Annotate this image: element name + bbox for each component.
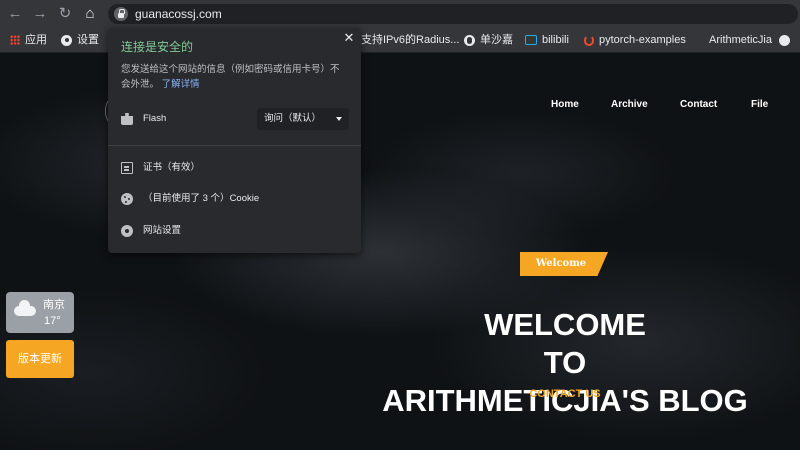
bookmark-label: bilibili — [542, 34, 569, 46]
apps-grid-icon — [10, 35, 20, 46]
bookmark-label: 应用 — [25, 34, 47, 46]
bookmark-label: 支持IPv6的Radius... — [361, 34, 460, 46]
learn-more-link[interactable]: 了解详情 — [162, 79, 200, 90]
bilibili-icon — [525, 35, 537, 46]
github-icon — [779, 34, 790, 46]
cookie-icon — [121, 193, 133, 205]
weather-widget[interactable]: 南京 17° — [6, 292, 74, 333]
bookmark-apps[interactable]: 应用 — [10, 33, 47, 47]
bookmark-settings[interactable]: 设置 — [61, 33, 99, 47]
browser-toolbar: ← → ↻ ⌂ guanacossj.com — [0, 0, 800, 28]
connection-secure-title: 连接是安全的 — [121, 40, 194, 54]
reload-icon[interactable]: ↻ — [56, 5, 74, 23]
globe-icon — [464, 34, 475, 46]
nav-file[interactable]: File — [751, 99, 768, 111]
bookmark-bilibili[interactable]: bilibili — [525, 33, 569, 47]
flash-label: Flash — [143, 113, 167, 124]
bookmark-pytorch[interactable]: pytorch-examples — [584, 33, 686, 47]
settings-icon — [121, 225, 133, 237]
close-icon[interactable]: ✕ — [341, 30, 357, 46]
nav-contact[interactable]: Contact — [680, 99, 717, 111]
bookmark-radius[interactable]: 支持IPv6的Radius... — [361, 33, 459, 47]
puzzle-icon — [121, 113, 133, 125]
welcome-badge-label: Welcome — [535, 258, 587, 269]
bookmark-danshajia[interactable]: 单沙嘉 — [464, 33, 513, 47]
url-text[interactable]: guanacossj.com — [135, 7, 222, 21]
weather-city: 南京 — [43, 299, 65, 311]
site-info-popup: 连接是安全的 ✕ 您发送给这个网站的信息（例如密码或信用卡号）不会外泄。 了解详… — [108, 28, 361, 253]
divider — [108, 145, 361, 146]
description-text: 您发送给这个网站的信息（例如密码或信用卡号）不会外泄。 — [121, 64, 340, 90]
nav-archive[interactable]: Archive — [611, 99, 648, 111]
home-icon[interactable]: ⌂ — [81, 5, 99, 23]
forward-arrow-icon[interactable]: → — [31, 5, 49, 23]
cookies-link[interactable]: （目前使用了 3 个）Cookie — [143, 193, 259, 205]
flash-permission-value: 询问（默认） — [264, 113, 322, 124]
welcome-badge: Welcome — [520, 252, 608, 276]
contact-us-link[interactable]: CONTACT US — [510, 387, 620, 401]
certificate-icon — [121, 162, 133, 174]
back-arrow-icon[interactable]: ← — [6, 5, 24, 23]
pytorch-icon — [584, 34, 594, 46]
weather-temperature: 17° — [44, 315, 61, 327]
address-bar[interactable]: guanacossj.com — [108, 4, 798, 24]
version-update-button[interactable]: 版本更新 — [6, 340, 74, 378]
security-description: 您发送给这个网站的信息（例如密码或信用卡号）不会外泄。 了解详情 — [121, 62, 347, 92]
hero-title-line-1: WELCOME — [484, 307, 646, 342]
bookmark-github[interactable] — [779, 33, 795, 47]
nav-home[interactable]: Home — [551, 99, 579, 111]
gear-icon — [61, 34, 72, 46]
certificate-link[interactable]: 证书（有效） — [143, 162, 200, 174]
lock-icon[interactable] — [114, 7, 128, 21]
hero-title-line-2: TO — [543, 345, 587, 380]
dropdown-caret-icon — [336, 117, 342, 121]
bookmark-label: 单沙嘉 — [480, 34, 513, 46]
bookmark-label: 设置 — [77, 34, 99, 46]
bookmark-arithmeticjia[interactable]: ArithmeticJia — [709, 33, 772, 47]
bookmark-label: ArithmeticJia — [709, 34, 772, 46]
cloud-icon — [14, 300, 36, 316]
bookmark-label: pytorch-examples — [599, 34, 686, 46]
site-settings-link[interactable]: 网站设置 — [143, 225, 181, 237]
flash-permission-select[interactable]: 询问（默认） — [257, 108, 349, 130]
